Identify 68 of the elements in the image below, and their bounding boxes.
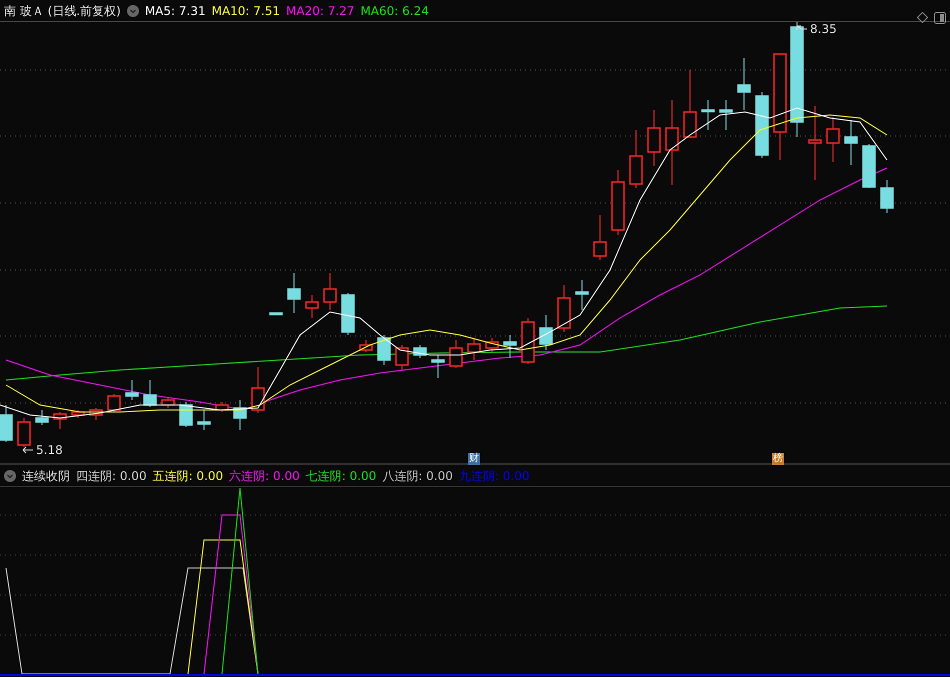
candlestick [611, 170, 625, 236]
candlestick [89, 408, 103, 420]
indicator-legend-value: 五连阴: 0.00 [152, 468, 224, 484]
candlestick [575, 280, 589, 310]
candlestick [359, 340, 373, 352]
candlestick [71, 410, 85, 418]
candlestick [305, 294, 319, 318]
ma-legend-value: MA10: 7.51 [212, 2, 280, 20]
candlestick [719, 100, 733, 130]
candlestick [0, 404, 13, 442]
candlestick [629, 130, 643, 188]
candlestick [431, 354, 445, 378]
candlestick [107, 394, 121, 412]
candlestick [143, 380, 157, 408]
candlestick [269, 312, 283, 316]
candlestick [647, 110, 661, 166]
candlestick [521, 318, 535, 364]
indicator-legend-value: 九连阴: 0.00 [458, 468, 530, 484]
stock-title: 南 玻Ａ (日线.前复权) [4, 2, 121, 20]
candlestick [593, 214, 607, 260]
chevron-down-icon[interactable] [4, 470, 16, 482]
candlestick [395, 344, 409, 370]
candlestick [287, 272, 301, 314]
event-marker[interactable]: 榜 [772, 453, 784, 465]
ma-legend-value: MA60: 6.24 [360, 2, 429, 20]
indicator-legend-value: 六连阴: 0.00 [229, 468, 300, 484]
high-price-label: 8.35 [810, 21, 837, 38]
diamond-icon[interactable] [917, 12, 928, 23]
candlestick [161, 398, 175, 408]
candlestick [413, 344, 427, 358]
candlestick [880, 180, 894, 214]
arrow-icon [22, 446, 34, 454]
candlestick [826, 116, 840, 162]
event-marker[interactable]: 财 [468, 453, 480, 465]
ma-legend-value: MA5: 7.31 [144, 2, 206, 20]
arrow-icon [796, 25, 808, 33]
candlestick [862, 144, 876, 188]
candlestick [467, 338, 481, 360]
candlestick [35, 410, 49, 426]
candlestick [197, 410, 211, 430]
ma-legend-value: MA20: 7.27 [286, 2, 354, 20]
candlestick [844, 120, 858, 166]
candlestick [737, 58, 751, 110]
candlestick [251, 366, 265, 414]
indicator-name: 连续收阴 [22, 468, 70, 484]
candlestick [755, 92, 769, 158]
low-price-label: 5.18 [36, 442, 63, 459]
candlestick [125, 380, 139, 400]
candlestick [485, 338, 499, 352]
candlestick [53, 412, 67, 430]
candlestick [323, 272, 337, 310]
candlestick [17, 418, 31, 448]
candlestick [683, 70, 697, 138]
candlestick [179, 402, 193, 428]
chevron-down-icon[interactable] [126, 4, 139, 16]
indicator-legend-value: 八连阴: 0.00 [382, 468, 453, 484]
candlestick [215, 402, 229, 412]
candlestick [233, 400, 247, 430]
panel-icon[interactable] [934, 12, 946, 24]
candlestick [341, 292, 355, 336]
candlestick [449, 340, 463, 368]
candlestick [377, 334, 391, 366]
candlestick [503, 334, 517, 358]
candlestick [539, 314, 553, 350]
indicator-legend-value: 四连阴: 0.00 [76, 468, 147, 484]
candlestick [557, 284, 571, 332]
indicator-legend-value: 七连阴: 0.00 [306, 468, 376, 484]
candlestick [701, 100, 715, 130]
